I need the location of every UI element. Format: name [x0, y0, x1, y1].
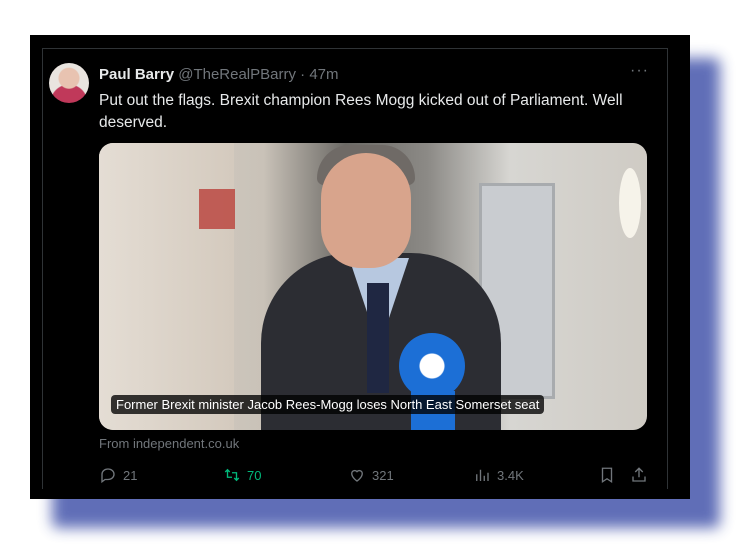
person-face: [321, 153, 411, 268]
background-lamp: [619, 168, 641, 238]
avatar[interactable]: [49, 63, 89, 103]
views-count: 3.4K: [497, 467, 524, 483]
like-icon: [351, 469, 363, 482]
repost-count: 70: [247, 467, 262, 483]
like-count: 321: [372, 467, 394, 483]
views-button[interactable]: 3.4K: [473, 466, 524, 484]
person-tie: [367, 283, 389, 393]
reply-icon: [101, 468, 115, 484]
tweet-header: Paul Barry @TheRealPBarry · 47m: [99, 66, 339, 83]
media-caption: Former Brexit minister Jacob Rees-Mogg l…: [111, 395, 545, 414]
action-bar: 21 70 321 3.4K: [99, 466, 651, 486]
bookmark-icon: [601, 467, 613, 484]
rosette: [399, 333, 465, 399]
share-icon: [632, 467, 646, 482]
views-icon: [476, 469, 489, 481]
like-button[interactable]: 321: [348, 466, 394, 484]
link-card-image[interactable]: Former Brexit minister Jacob Rees-Mogg l…: [99, 143, 647, 430]
display-name[interactable]: Paul Barry: [99, 66, 174, 83]
background-sign: [199, 189, 235, 229]
repost-icon: [224, 468, 240, 482]
more-icon[interactable]: ···: [630, 62, 649, 80]
share-button[interactable]: [630, 466, 648, 484]
separator: ·: [300, 66, 306, 83]
repost-button[interactable]: 70: [223, 466, 261, 484]
background-wall: [99, 143, 234, 430]
timestamp[interactable]: 47m: [309, 66, 338, 83]
handle[interactable]: @TheRealPBarry: [178, 66, 296, 83]
reply-button[interactable]: 21: [99, 466, 137, 484]
reply-count: 21: [123, 467, 138, 483]
tweet-text: Put out the flags. Brexit champion Rees …: [99, 92, 623, 131]
link-source[interactable]: From independent.co.uk: [99, 436, 239, 451]
bookmark-button[interactable]: [598, 466, 616, 484]
